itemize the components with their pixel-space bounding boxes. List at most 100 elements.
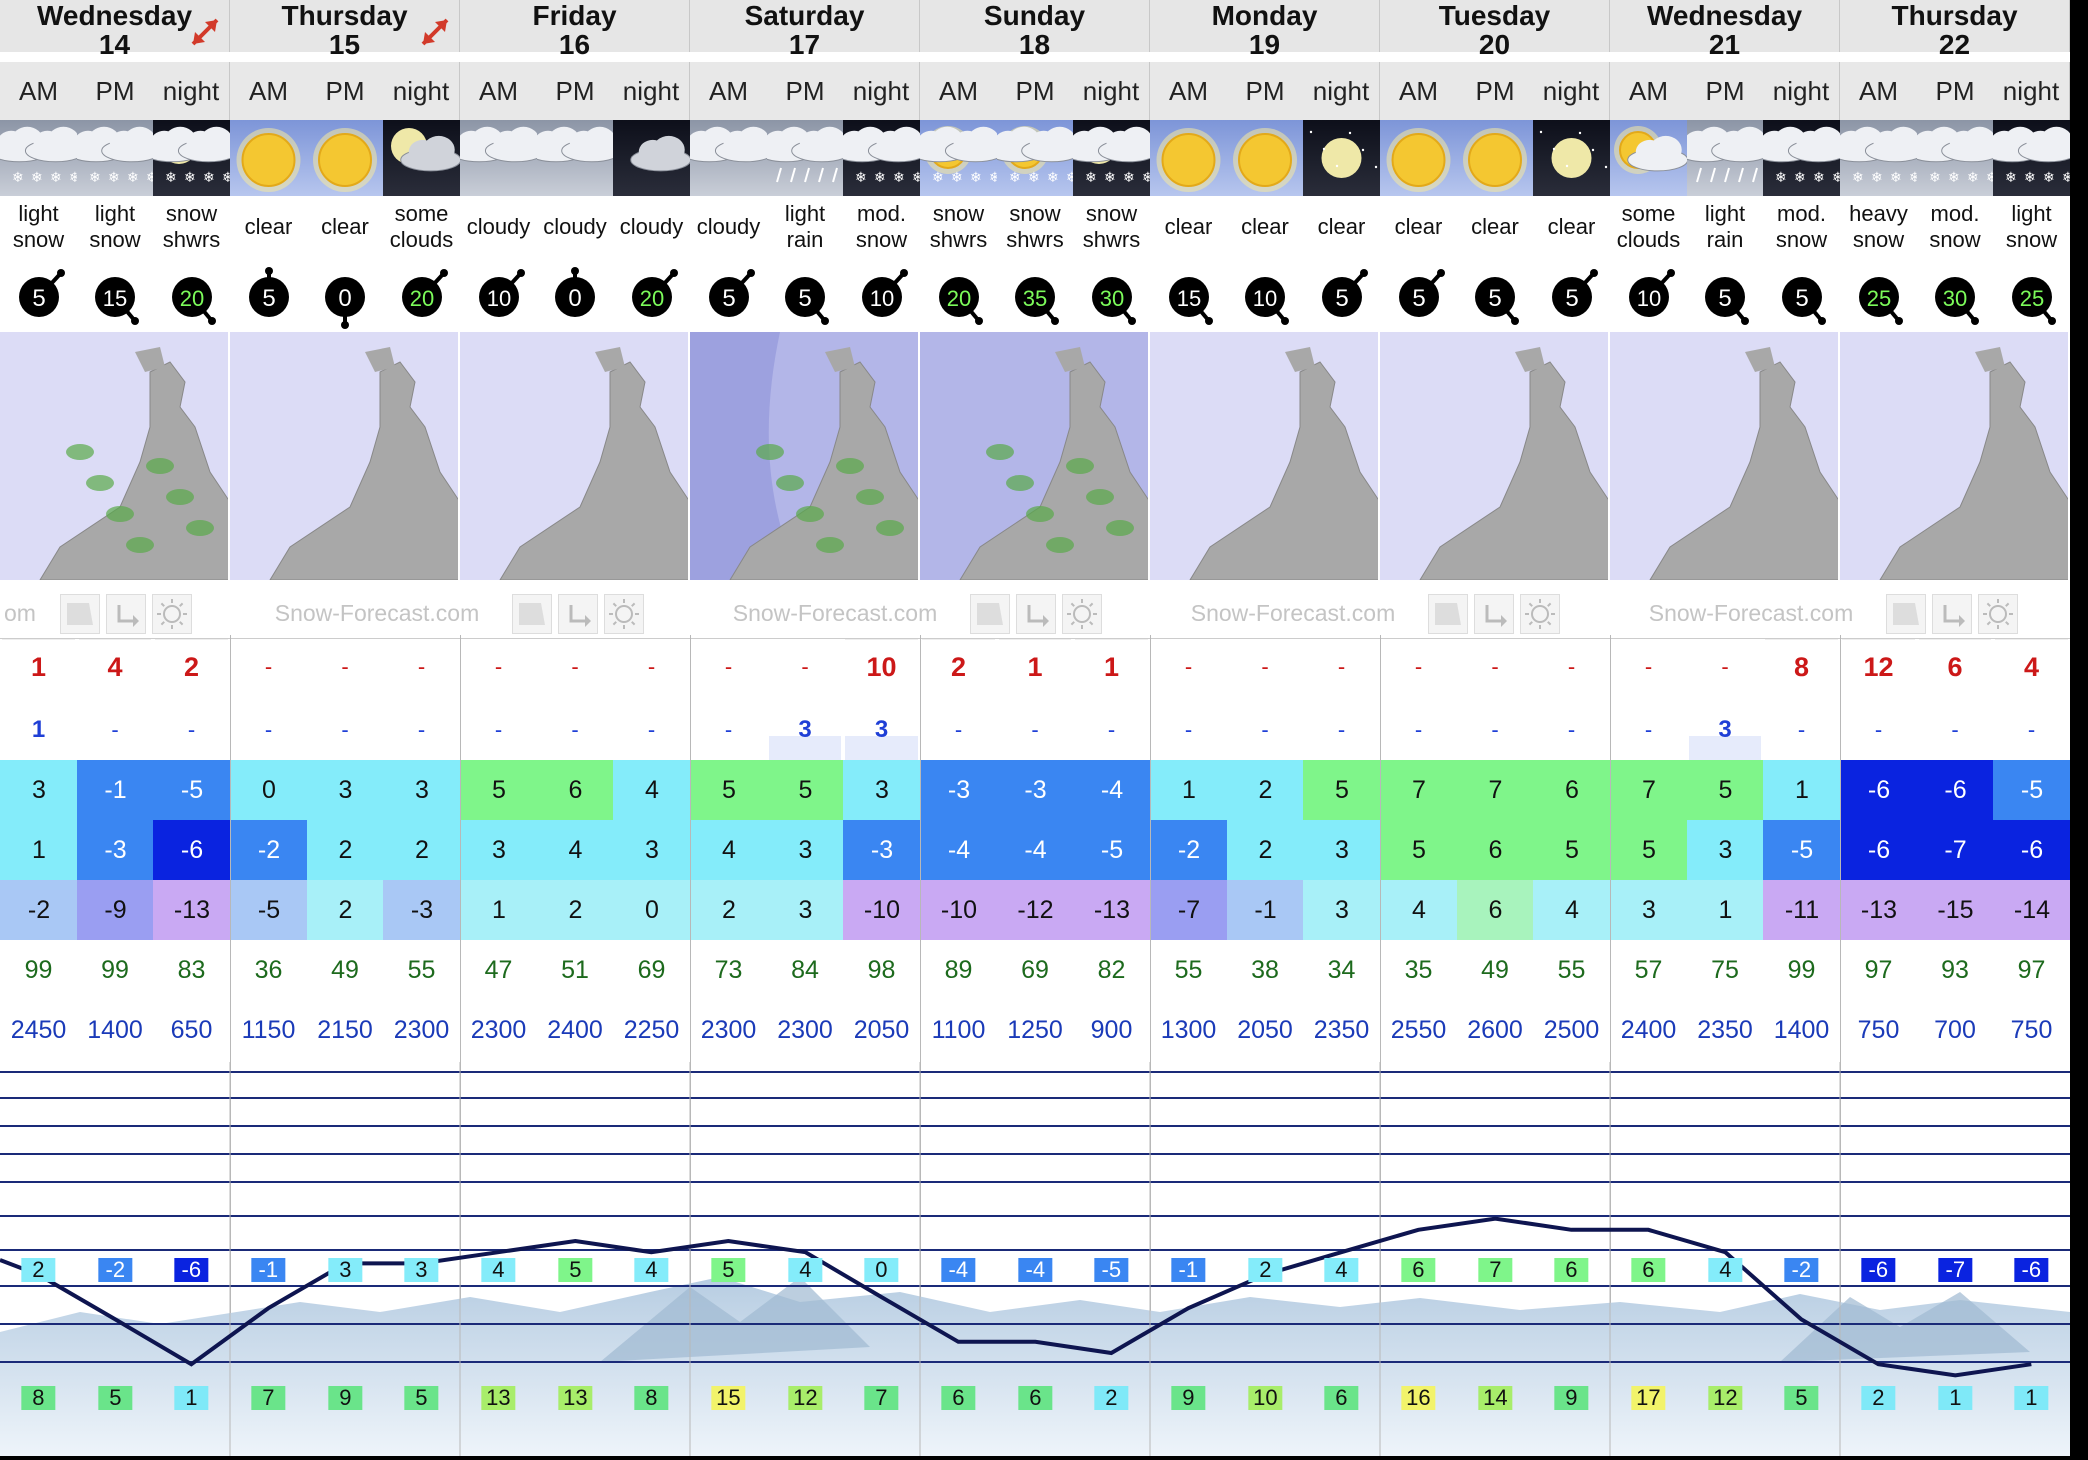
min-temp-cell: 6	[1457, 820, 1534, 880]
day-header[interactable]: Monday 19	[1150, 0, 1380, 59]
weather-text-line: snow	[932, 201, 985, 226]
wind-indicator: 10	[1227, 262, 1303, 332]
day-name: Monday	[1211, 0, 1318, 31]
chart-wind-label: 5	[1784, 1385, 1819, 1410]
rain-amount: -	[494, 717, 503, 742]
moon-icon	[1303, 120, 1380, 196]
expand-icon[interactable]	[187, 14, 223, 50]
svg-text:2: 2	[1259, 1257, 1271, 1282]
map-arrow-icon[interactable]	[1428, 594, 1468, 634]
weather-text-line: clear	[1471, 214, 1519, 239]
weather-text-line: shwrs	[1082, 227, 1141, 252]
sun-icon	[1150, 120, 1227, 196]
chart-wind-label: 1	[174, 1385, 209, 1410]
rain-amount: -	[1031, 717, 1039, 742]
period-label: PM	[307, 62, 383, 120]
snow-map[interactable]	[1610, 332, 1840, 580]
svg-text:6: 6	[1412, 1257, 1424, 1282]
sun-settings-icon[interactable]	[1978, 594, 2018, 634]
day-header[interactable]: Friday 16	[460, 0, 690, 59]
chart-wind-label: 2	[1861, 1385, 1896, 1410]
weather-icon: ❄ ❄ ❄ ❄	[1073, 120, 1150, 196]
day-header[interactable]: Wednesday 14	[0, 0, 230, 59]
swap-icon[interactable]	[106, 594, 146, 634]
wind-arrow-icon: 5	[1398, 269, 1445, 317]
weather-text-line: clear	[321, 214, 369, 239]
freezing-level-value: 2500	[1543, 1015, 1600, 1044]
map-arrow-icon[interactable]	[970, 594, 1010, 634]
expand-icon[interactable]	[417, 14, 453, 50]
site-logo: Snow-Forecast.com	[274, 600, 480, 626]
swap-icon[interactable]	[1932, 594, 1972, 634]
day-header[interactable]: Thursday 22	[1840, 0, 2070, 59]
snow-map[interactable]	[0, 332, 230, 580]
cloud-snow-icon: ❄ ❄ ❄ ❄	[1917, 120, 1993, 196]
map-arrow-icon[interactable]	[60, 594, 100, 634]
day-header[interactable]: Saturday 17	[690, 0, 920, 59]
max-temp-cell: 1	[1150, 760, 1228, 820]
sun-settings-icon[interactable]	[152, 594, 192, 634]
swap-icon[interactable]	[1016, 594, 1056, 634]
freezing-level-value: 1250	[1007, 1015, 1063, 1044]
rain-amount: -	[1644, 717, 1653, 742]
cloud-snow-icon: ❄ ❄ ❄ ❄	[77, 120, 153, 196]
period-row: AM PM night AM PM night AM PM night AM PM night AM PM…	[0, 62, 2070, 120]
weather-text-row: light snow light snow snow shwrs clear clear som…	[0, 196, 2070, 258]
humidity-value: 99	[24, 955, 53, 984]
chart-temp-label: -6	[2014, 1257, 2049, 1282]
map-arrow-icon[interactable]	[1886, 594, 1926, 634]
weather-icon	[1380, 120, 1457, 196]
chart-temp-label: 6	[1554, 1257, 1589, 1282]
freezing-level-value: 2400	[547, 1015, 603, 1044]
divider	[0, 638, 2070, 639]
wind-indicator: 5	[767, 262, 843, 332]
wind-chill-cell: -13	[153, 880, 231, 940]
sun-settings-icon[interactable]	[1062, 594, 1102, 634]
min-temp-cell: -2	[230, 820, 308, 880]
chart-temp-label: -2	[1784, 1257, 1819, 1282]
snow-amount: 4	[79, 640, 151, 694]
snow-map[interactable]	[920, 332, 1150, 580]
wind-chill-cell: 6	[1457, 880, 1534, 940]
max-temp-cell: 3	[383, 760, 461, 820]
swap-icon[interactable]	[558, 594, 598, 634]
svg-text:5: 5	[109, 1385, 121, 1410]
map-arrow-icon[interactable]	[512, 594, 552, 634]
day-header[interactable]: Tuesday 20	[1380, 0, 1610, 59]
snow-map[interactable]	[230, 332, 460, 580]
humidity-value: 73	[714, 955, 743, 984]
day-header[interactable]: Sunday 18	[920, 0, 1150, 59]
snow-map[interactable]	[1380, 332, 1610, 580]
chart-temp-label: -5	[1094, 1257, 1129, 1282]
cloud-rain-icon	[767, 120, 843, 196]
swap-icon[interactable]	[1474, 594, 1514, 634]
day-header[interactable]: Wednesday 21	[1610, 0, 1840, 59]
weather-text-line: clear	[1547, 214, 1596, 239]
cloud-snow-icon: ❄ ❄ ❄ ❄	[0, 120, 77, 196]
svg-text:❄: ❄	[1909, 170, 1917, 186]
snow-map[interactable]	[1150, 332, 1380, 580]
chart-wind-label: 13	[481, 1385, 516, 1410]
chart-wind-label: 2	[1094, 1385, 1129, 1410]
snow-amount: 10	[845, 640, 918, 694]
sun-cloud-icon	[1610, 120, 1687, 196]
snow-map[interactable]	[690, 332, 920, 580]
day-header[interactable]: Thursday 15	[230, 0, 460, 59]
snow-amount: -	[1644, 654, 1653, 679]
snow-map[interactable]	[1840, 332, 2070, 580]
snow-amount: 12	[1842, 640, 1915, 694]
svg-text:❄: ❄	[970, 170, 982, 186]
wind-chill-cell: -14	[1993, 880, 2070, 940]
max-temp-cell: -4	[1073, 760, 1151, 820]
weather-text-line: cloudy	[466, 214, 531, 239]
svg-text:❄: ❄	[1028, 170, 1040, 186]
weather-icon	[767, 120, 843, 196]
wind-arrow-icon: 30	[1935, 277, 1979, 325]
chart-temp-label: 3	[328, 1257, 363, 1282]
svg-text:5: 5	[1795, 1385, 1807, 1410]
snow-map[interactable]	[460, 332, 690, 580]
sun-settings-icon[interactable]	[1520, 594, 1560, 634]
rain-amount: -	[1951, 717, 1959, 742]
max-temp-cell: 3	[843, 760, 921, 820]
sun-settings-icon[interactable]	[604, 594, 644, 634]
